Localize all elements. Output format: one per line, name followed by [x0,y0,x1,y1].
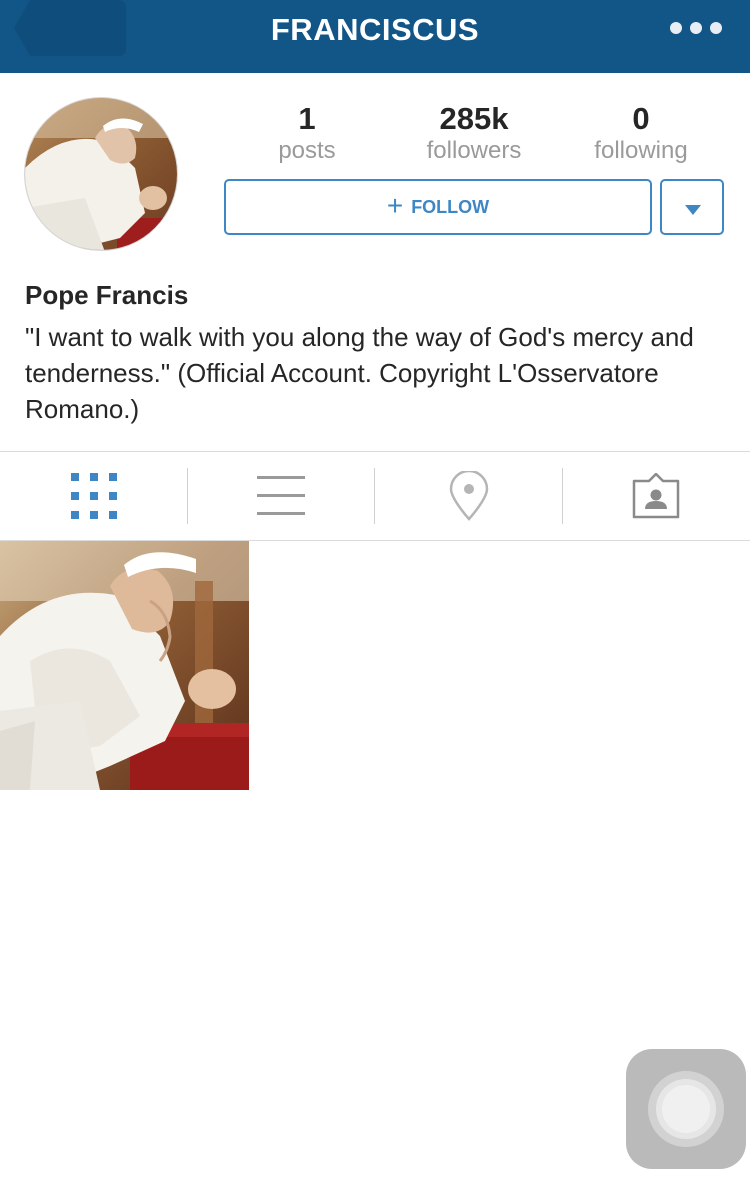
posts-count-stat[interactable]: 1 posts [232,102,382,165]
location-pin-icon [449,471,488,521]
tab-tagged-photos[interactable] [562,452,749,540]
followers-count-stat[interactable]: 285k followers [399,102,549,165]
top-navigation-bar: FRANCISCUS [0,0,750,73]
followers-label: followers [426,137,522,164]
post-photo [0,541,249,790]
follow-button-label: FOLLOW [411,196,490,217]
more-options-button[interactable] [670,20,722,36]
grid-view-icon [70,473,117,519]
tab-grid-view[interactable] [0,452,187,540]
profile-avatar[interactable] [24,97,178,251]
follow-button[interactable]: + FOLLOW [224,179,652,235]
following-count-stat[interactable]: 0 following [566,102,716,165]
assistive-touch-core [662,1085,710,1133]
more-dots-icon [690,22,702,34]
tab-list-view[interactable] [187,452,374,540]
followers-count: 285k [439,101,509,136]
more-dots-icon [670,22,682,34]
tagged-photos-icon [632,473,679,519]
following-label: following [594,137,688,164]
assistive-touch-button[interactable] [626,1049,746,1169]
posts-count: 1 [298,101,316,136]
profile-bio: "I want to walk with you along the way o… [25,322,694,424]
profile-full-name: Pope Francis [25,280,189,310]
profile-view-tabs [0,451,750,541]
following-count: 0 [632,101,650,136]
posts-label: posts [278,137,336,164]
list-view-icon [256,476,305,515]
avatar-photo [25,98,177,250]
plus-icon: + [386,189,404,221]
suggested-users-dropdown-button[interactable] [660,179,724,235]
profile-username-title: FRANCISCUS [270,12,480,47]
post-thumbnail[interactable] [0,541,249,790]
more-dots-icon [710,22,722,34]
tab-photo-map[interactable] [375,452,562,540]
chevron-down-icon [685,205,701,215]
